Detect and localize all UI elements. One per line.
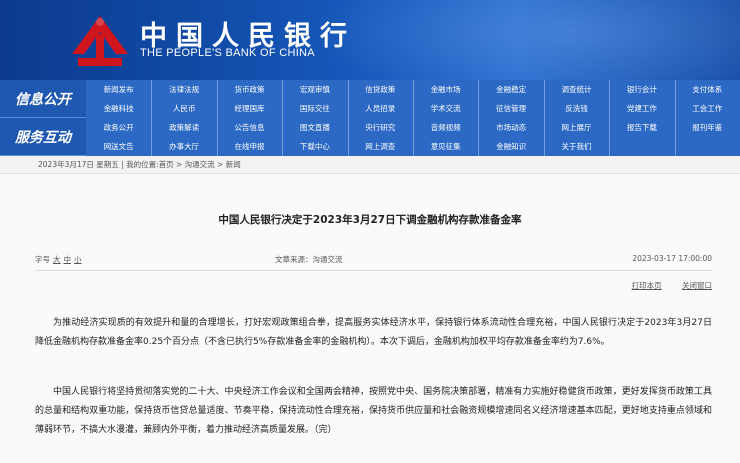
nav-item[interactable]: 人员招录 (348, 99, 413, 117)
font-size-small-link[interactable]: 小 (74, 255, 82, 264)
article-tools: 打印本页 关闭窗口 (614, 280, 712, 291)
nav-item[interactable]: 图文直播 (282, 118, 347, 136)
article-paragraph: 中国人民银行将坚持贯彻落实党的二十大、中央经济工作会议和全国两会精神，按照党中央… (35, 387, 712, 435)
nav-section-info-disclosure[interactable]: 信息公开 (0, 80, 86, 118)
nav-item[interactable]: 下载中心 (282, 137, 347, 155)
breadcrumb: 2023年3月17日 星期五 | 我的位置:首页 > 沟通交流 > 新闻 (0, 156, 740, 174)
nav-item[interactable]: 宏观审慎 (282, 80, 347, 98)
font-size-large-link[interactable]: 大 (53, 255, 61, 264)
article: 中国人民银行决定于2023年3月27日下调金融机构存款准备金率 字号大中小 文章… (0, 174, 740, 463)
nav-item[interactable]: 金融市场 (413, 80, 478, 98)
print-page-link[interactable]: 打印本页 (632, 281, 662, 290)
nav-item[interactable]: 音频视频 (413, 118, 478, 136)
nav-item[interactable]: 报刊年鉴 (675, 118, 740, 136)
nav-grid: 新闻发布 法律法规 货币政策 宏观审慎 信贷政策 金融市场 金融稳定 调查统计 银行会计 支付体系… (86, 80, 740, 156)
nav-item[interactable]: 经理国库 (217, 99, 282, 117)
article-meta: 字号大中小 文章来源：沟通交流 2023-03-17 17:00:00 (35, 254, 712, 268)
meta-divider (35, 270, 712, 271)
nav-item[interactable]: 工会工作 (675, 99, 740, 117)
nav-item[interactable]: 反洗钱 (544, 99, 609, 117)
site-title-en: THE PEOPLE'S BANK OF CHINA (140, 47, 315, 59)
pboc-logo-icon[interactable] (70, 14, 130, 68)
nav-item[interactable]: 市场动态 (478, 118, 543, 136)
nav-item[interactable]: 办事大厅 (151, 137, 216, 155)
nav-item[interactable]: 在线申报 (217, 137, 282, 155)
main-nav: 信息公开 服务互动 新闻发布 法律法规 货币政策 宏观审慎 信贷政策 金融市场 金融稳定 调查… (0, 80, 740, 156)
nav-item[interactable]: 政策解读 (151, 118, 216, 136)
nav-item[interactable]: 学术交流 (413, 99, 478, 117)
article-source: 文章来源：沟通交流 (275, 255, 343, 264)
nav-item[interactable]: 公告信息 (217, 118, 282, 136)
nav-item[interactable]: 信贷政策 (348, 80, 413, 98)
font-size-medium-link[interactable]: 中 (64, 255, 72, 264)
article-paragraph: 为推动经济实现质的有效提升和量的合理增长，打好宏观政策组合拳，提高服务实体经济水… (35, 318, 712, 347)
nav-item[interactable]: 调查统计 (544, 80, 609, 98)
nav-item[interactable]: 意见征集 (413, 137, 478, 155)
nav-item[interactable]: 银行会计 (609, 80, 674, 98)
nav-item[interactable]: 央行研究 (348, 118, 413, 136)
nav-item[interactable]: 党建工作 (609, 99, 674, 117)
article-date: 2023-03-17 17:00:00 (632, 254, 712, 263)
nav-item[interactable]: 金融知识 (478, 137, 543, 155)
nav-item[interactable]: 政务公开 (86, 118, 151, 136)
nav-item[interactable]: 网上展厅 (544, 118, 609, 136)
nav-item[interactable]: 金融稳定 (478, 80, 543, 98)
close-window-link[interactable]: 关闭窗口 (682, 281, 712, 290)
nav-item[interactable]: 网上调查 (348, 137, 413, 155)
nav-item[interactable]: 关于我们 (544, 137, 609, 155)
font-size-controls: 字号大中小 (35, 254, 82, 265)
header-banner: 中国人民银行 THE PEOPLE'S BANK OF CHINA (0, 0, 740, 80)
font-size-label: 字号 (35, 255, 50, 264)
nav-item[interactable]: 网送文告 (86, 137, 151, 155)
nav-item[interactable]: 人民币 (151, 99, 216, 117)
nav-item[interactable]: 新闻发布 (86, 80, 151, 98)
nav-item[interactable]: 法律法规 (151, 80, 216, 98)
nav-item[interactable]: 货币政策 (217, 80, 282, 98)
nav-item[interactable]: 支付体系 (675, 80, 740, 98)
nav-item[interactable]: 国际交往 (282, 99, 347, 117)
nav-item[interactable]: 征信管理 (478, 99, 543, 117)
nav-item[interactable]: 报告下载 (609, 118, 674, 136)
nav-item[interactable]: 金融科技 (86, 99, 151, 117)
article-title: 中国人民银行决定于2023年3月27日下调金融机构存款准备金率 (218, 214, 522, 226)
nav-section-service-interaction[interactable]: 服务互动 (0, 118, 86, 156)
